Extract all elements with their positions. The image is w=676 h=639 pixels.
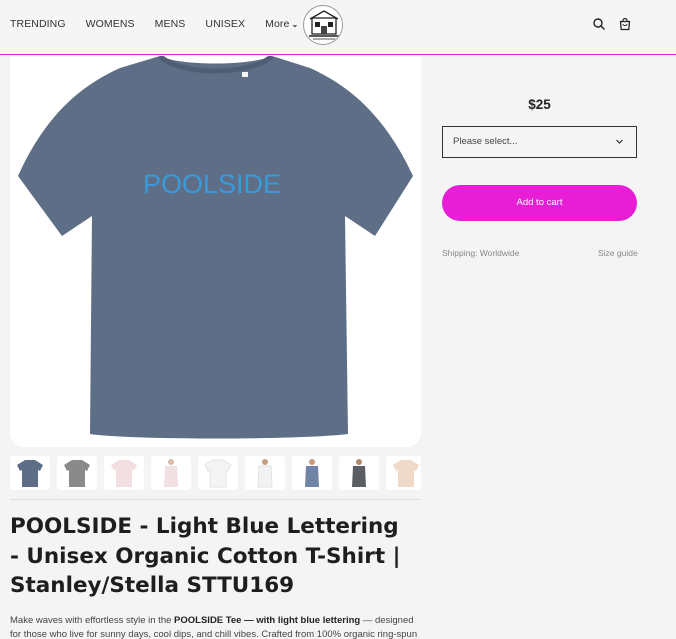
- size-select[interactable]: Please select...: [442, 126, 637, 158]
- main-nav: TRENDING WOMENS MENS UNISEX More ⌄: [10, 18, 318, 30]
- nav-item-unisex[interactable]: UNISEX: [205, 18, 245, 30]
- thumbnail[interactable]: [104, 456, 144, 490]
- thumbnail[interactable]: [57, 456, 97, 490]
- size-guide-link[interactable]: Size guide: [598, 248, 638, 258]
- thumbnail[interactable]: [339, 456, 379, 490]
- nav-label: UNISEX: [205, 18, 246, 30]
- shipping-info: Shipping: Worldwide: [442, 248, 520, 258]
- nav-label: TRENDING: [10, 18, 66, 30]
- size-select-value: Please select...: [453, 136, 518, 147]
- search-icon[interactable]: [592, 17, 606, 31]
- thumbnail[interactable]: [198, 456, 238, 490]
- description-highlight: POOLSIDE Tee — with light blue lettering: [174, 615, 361, 626]
- cart-icon[interactable]: [618, 17, 632, 31]
- nav-label: WOMENS: [85, 18, 135, 30]
- product-title: POOLSIDE - Light Blue Lettering - Unisex…: [10, 514, 401, 598]
- tshirt-shape: [18, 56, 413, 439]
- thumbnail[interactable]: [245, 456, 285, 490]
- divider: [10, 499, 421, 500]
- thumbnail[interactable]: [10, 456, 50, 490]
- product-price: $25: [528, 97, 551, 112]
- nav-label: More: [265, 18, 290, 30]
- chevron-down-icon: ⌄: [291, 19, 299, 29]
- nav-item-more[interactable]: More ⌄: [265, 18, 298, 30]
- product-main-image[interactable]: POOLSIDE: [10, 56, 421, 447]
- nav-item-womens[interactable]: WOMENS: [86, 18, 135, 30]
- header-actions: [592, 17, 632, 31]
- thumbnail[interactable]: [386, 456, 421, 490]
- thumbnail[interactable]: [151, 456, 191, 490]
- site-header: TRENDING WOMENS MENS UNISEX More ⌄: [0, 0, 676, 55]
- add-to-cart-button[interactable]: Add to cart: [442, 185, 637, 221]
- thumbnail[interactable]: [292, 456, 332, 490]
- tshirt-print-text: POOLSIDE: [143, 169, 281, 199]
- description-text: Make waves with effortless style in the: [10, 615, 175, 626]
- product-description: Make waves with effortless style in the …: [10, 614, 425, 639]
- nav-item-mens[interactable]: MENS: [155, 18, 186, 30]
- chevron-down-icon: [615, 127, 624, 169]
- nav-label: MENS: [154, 18, 186, 30]
- thumbnail-strip: [10, 456, 421, 490]
- nav-item-trending[interactable]: TRENDING: [10, 18, 66, 30]
- site-logo[interactable]: [303, 5, 343, 45]
